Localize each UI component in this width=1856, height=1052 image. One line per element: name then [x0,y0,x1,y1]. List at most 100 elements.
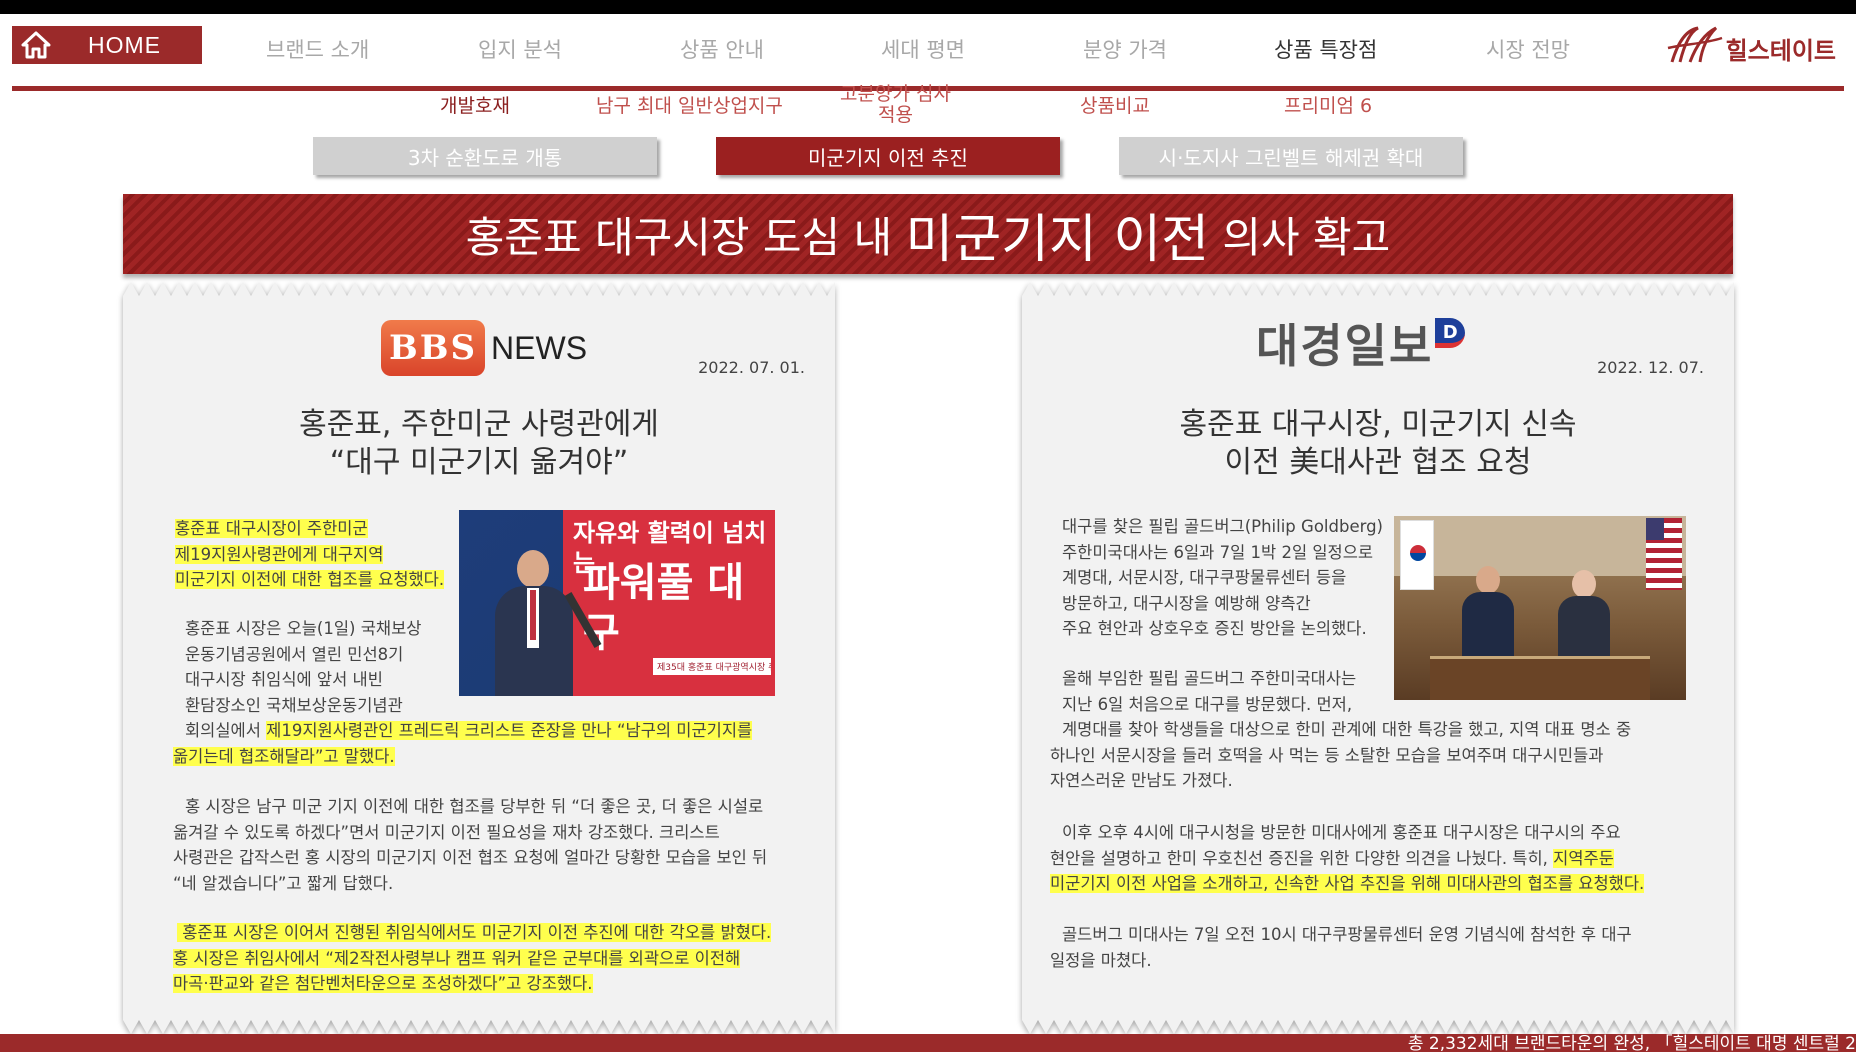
highlighted-text: 제19지원사령관에게 대구지역 [175,544,384,564]
banner-text-part1: 홍준표 대구시장 도심 내 [465,212,906,262]
article-headline: 홍준표, 주한미군 사령관에게 “대구 미군기지 옮겨야” [123,406,835,482]
tab-military-base[interactable]: 미군기지 이전 추진 [716,137,1060,175]
article-paragraph-4: 골드버그 미대사는 7일 오전 10시 대구쿠팡물류센터 운영 기념식에 참석한… [1050,922,1730,973]
photo-person-right [1554,570,1614,656]
highlighted-text: 지역주둔 [1553,848,1614,868]
highlighted-text: 제19지원사령관인 프레드릭 크리스트 준장을 만나 “남구의 미군기지를 [266,721,753,740]
text-line: 일정을 마쳤다. [1050,950,1152,970]
paper-bottom-edge [1022,1020,1734,1034]
highlighted-text: 미군기지 이전 사업을 소개하고, 신속한 사업 추진을 위해 미대사관의 협조… [1050,874,1645,893]
photo-korea-flag [1400,520,1434,590]
highlighted-text: 홍준표 시장은 이어서 진행된 취임식에서도 미군기지 이전 추진에 대한 각오… [177,923,772,942]
text-line: 홍준표 시장은 오늘(1일) 국채보상 [185,619,422,638]
text-line: 현안을 설명하고 한미 우호친선 증진을 위한 다양한 의견을 나눴다. 특히, [1050,848,1554,868]
article-paragraph-2-tail: 회의실에서 제19지원사령관인 프레드릭 크리스트 준장을 만나 “남구의 미군… [173,718,823,769]
text-line: 올해 부임한 필립 골드버그 주한미국대사는 [1062,669,1357,688]
text-line: 골드버그 미대사는 7일 오전 10시 대구쿠팡물류센터 운영 기념식에 참석한… [1062,925,1632,944]
nav-item-product[interactable]: 상품 안내 [680,34,764,64]
photo-person-left [1458,566,1518,656]
headline-line: 이전 美대사관 협조 요청 [1224,445,1532,480]
text-line: 사령관은 갑작스런 홍 시장의 미군기지 이전 협조 요청에 얼마간 당황한 모… [173,848,768,867]
logo-text: 힐스테이트 [1725,36,1836,65]
photo-table [1430,656,1650,700]
daekyung-logo: 대경일보 D [1256,318,1466,374]
article-paragraph-3: 홍 시장은 남구 미군 기지 이전에 대한 협조를 당부한 뒤 “더 좋은 곳,… [173,794,833,896]
bbs-news-logo: BBS NEWS [381,320,587,376]
text-line: 계명대, 서문시장, 대구쿠팡물류센터 등을 [1062,568,1347,587]
text-line: 대구시장 취임식에 앞서 내빈 [185,670,383,689]
photo-podium-sign: 제35대 홍준표 대구광역시장 취임식 [653,658,771,675]
highlighted-text: 옮기는데 협조해달라”고 말했다. [173,746,395,766]
nav-item-location[interactable]: 입지 분석 [478,34,562,64]
article-headline: 홍준표 대구시장, 미군기지 신속 이전 美대사관 협조 요청 [1022,406,1734,482]
headline-line: 홍준표 대구시장, 미군기지 신속 [1179,407,1577,442]
article-paragraph-3: 이후 오후 4시에 대구시청을 방문한 미대사에게 홍준표 대구시장은 대구시의… [1050,820,1730,897]
highlighted-text: 홍준표 대구시장이 주한미군 [175,519,368,538]
subnav-item-comparison[interactable]: 상품비교 [1080,96,1150,117]
home-button[interactable]: HOME [12,26,202,64]
text-line: 홍 시장은 남구 미군 기지 이전에 대한 협조를 당부한 뒤 “더 좋은 곳,… [185,797,764,816]
top-black-bar [0,0,1856,14]
article-right: 대경일보 D 2022. 12. 07. 홍준표 대구시장, 미군기지 신속 이… [1022,282,1734,1034]
text-line: 주한미국대사는 6일과 7일 1박 2일 일정으로 [1062,542,1374,562]
subnav-item-development[interactable]: 개발호재 [440,96,510,117]
tab-greenbelt[interactable]: 시·도지사 그린벨트 해제권 확대 [1119,137,1463,175]
article-photo-inauguration: 자유와 활력이 넘치는 파워풀 대구 제35대 홍준표 대구광역시장 취임식 [459,510,775,696]
text-line: 옮겨갈 수 있도록 하겠다”면서 미군기지 이전 필요성을 재차 강조했다. 크… [173,822,720,842]
daekyung-logo-text: 대경일보 [1256,319,1434,373]
text-line: 환담장소인 국채보상운동기념관 [185,695,403,715]
banner-text-part2: 미군기지 이전 [905,209,1210,270]
text-line: 회의실에서 [185,721,267,740]
footer-text: 총 2,332세대 브랜드타운의 완성, 「힐스테이트 대명 센트럴 2 [1407,1034,1856,1052]
subnav-item-premium[interactable]: 프리미엄 6 [1284,96,1372,117]
photo-us-flag [1646,518,1682,590]
paper-top-edge [123,282,835,296]
subnav-item-commercial-district[interactable]: 남구 최대 일반상업지구 [596,96,783,117]
photo-wall [1394,516,1686,576]
footer-bar: 총 2,332세대 브랜드타운의 완성, 「힐스테이트 대명 센트럴 2 [0,1034,1856,1052]
subnav-item-price-review[interactable]: 고분양가 심사 적용 [840,84,951,126]
text-line: 방문하고, 대구시장을 예방해 양측간 [1062,593,1311,613]
article-date: 2022. 12. 07. [1597,358,1704,377]
article-paragraph-2: 올해 부임한 필립 골드버그 주한미국대사는 지난 6일 처음으로 대구를 방문… [1062,666,1402,717]
text-line: 계명대를 찾아 학생들을 대상으로 한미 관계에 대한 특강을 했고, 지역 대… [1062,720,1632,739]
headline-line: “대구 미군기지 옮겨야” [329,445,629,480]
text-line: 지난 6일 처음으로 대구를 방문했다. 먼저, [1062,694,1353,714]
highlighted-text: 미군기지 이전에 대한 협조를 요청했다. [175,570,445,589]
paper-bottom-edge [123,1020,835,1034]
article-paragraph-1: 홍준표 대구시장이 주한미군 제19지원사령관에게 대구지역 미군기지 이전에 … [175,516,475,593]
article-date: 2022. 07. 01. [698,358,805,377]
article-paragraph-4: 홍준표 시장은 이어서 진행된 취임식에서도 미군기지 이전 추진에 대한 각오… [173,920,833,997]
nav-item-price[interactable]: 분양 가격 [1083,34,1167,64]
headline-line: 홍준표, 주한미군 사령관에게 [299,407,659,442]
headline-banner: 홍준표 대구시장 도심 내 미군기지 이전 의사 확고 [123,194,1733,274]
nav-item-features[interactable]: 상품 특장점 [1274,34,1377,64]
news-logo-text: NEWS [491,329,588,366]
article-paragraph-1: 대구를 찾은 필립 골드버그(Philip Goldberg) 주한미국대사는 … [1062,514,1402,642]
logo-h-icon [1664,24,1724,72]
text-line: 자연스러운 만남도 가졌다. [1050,771,1233,790]
text-line: 주요 현안과 상호우호 증진 방안을 논의했다. [1062,619,1367,638]
home-icon [12,26,60,64]
article-photo-meeting [1394,516,1686,700]
article-left: BBS NEWS 2022. 07. 01. 홍준표, 주한미군 사령관에게 “… [123,282,835,1034]
text-line: “네 알겠습니다”고 짧게 답했다. [173,873,394,893]
article-paragraph-2-tail: 계명대를 찾아 학생들을 대상으로 한미 관계에 대한 특강을 했고, 지역 대… [1050,717,1730,794]
main-nav: HOME 브랜드 소개 입지 분석 상품 안내 세대 평면 분양 가격 상품 특… [0,14,1856,91]
home-label: HOME [88,31,161,58]
tab-ring-road[interactable]: 3차 순환도로 개통 [313,137,657,175]
text-line: 대구를 찾은 필립 골드버그(Philip Goldberg) [1062,517,1383,536]
brand-logo[interactable]: 힐스테이트 [1664,26,1836,70]
daekyung-logo-mark: D [1435,318,1466,348]
text-line: 운동기념공원에서 열린 민선8기 [185,644,404,664]
nav-item-floorplan[interactable]: 세대 평면 [881,34,965,64]
highlighted-text: 마곡·판교와 같은 첨단벤처타운으로 조성하겠다”고 강조했다. [173,974,593,993]
banner-text-part3: 의사 확고 [1209,212,1391,262]
nav-item-outlook[interactable]: 시장 전망 [1486,34,1570,64]
nav-item-brand[interactable]: 브랜드 소개 [266,34,369,64]
highlighted-text: 홍 시장은 취임사에서 “제2작전사령부나 캠프 워커 같은 군부대를 외곽으로… [173,948,741,968]
photo-banner-text: 파워풀 대구 [583,560,745,656]
text-line: 하나인 서문시장을 들러 호떡을 사 먹는 등 소탈한 모습을 보여주며 대구시… [1050,745,1604,765]
photo-red-banner: 자유와 활력이 넘치는 파워풀 대구 제35대 홍준표 대구광역시장 취임식 [563,510,775,696]
article-paragraph-2: 홍준표 시장은 오늘(1일) 국채보상 운동기념공원에서 열린 민선8기 대구시… [185,616,475,718]
